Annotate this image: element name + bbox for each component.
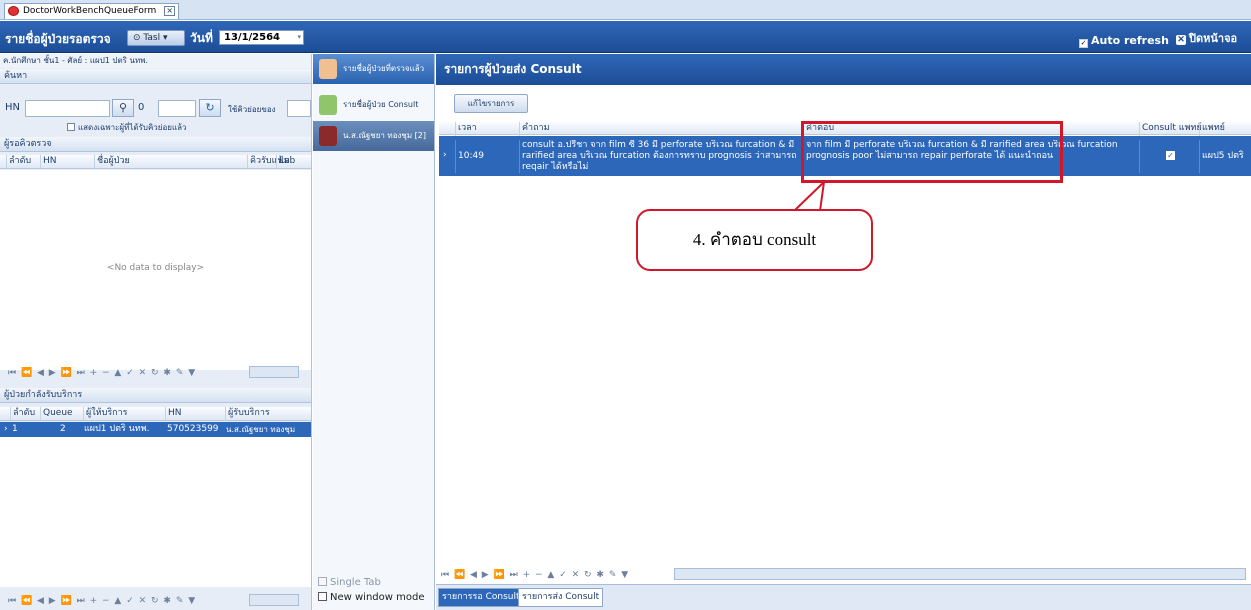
cell-queue: 2 [60, 424, 66, 434]
use-queue-label: ใช้คิวย่อยของ [228, 105, 276, 114]
cell-provider: แผป1 ปตริ นทพ. [84, 424, 150, 434]
auto-refresh-label: Auto refresh [1091, 34, 1169, 47]
waiting-grid-header: ลำดับ HN ชื่อผู้ป่วย คิวรับแฟ้ม Lab [0, 155, 311, 169]
add-user-icon [319, 95, 337, 115]
search-icon: ⚲ [118, 101, 128, 114]
horizontal-scrollbar[interactable] [249, 366, 299, 378]
show-only-label: แสดงเฉพาะผู้ที่ได้รับคิวย่อยแล้ว [78, 123, 187, 132]
queue-value: 0 [138, 102, 145, 113]
task-label: Tasl [143, 33, 161, 43]
row-marker-icon: › [4, 424, 8, 434]
cell-order: 1 [12, 424, 18, 434]
page-title: รายชื่อผู้ป่วยรอตรวจ [5, 32, 111, 46]
waiting-grid-navigator[interactable]: ⏮ ⏪ ◀ ▶ ⏩ ⏭ + − ▲ ✓ ✕ ↻ ✱ ✎ ▼ [8, 368, 196, 378]
waiting-section-title: ผู้รอคิวตรวจ [0, 137, 311, 152]
edit-button[interactable]: แก้ไขรายการ [454, 94, 528, 113]
new-window-option[interactable]: New window mode [318, 592, 424, 603]
auto-refresh-toggle[interactable]: ✓ Auto refresh [1079, 34, 1169, 48]
show-only-option[interactable]: แสดงเฉพาะผู้ที่ได้รับคิวย่อยแล้ว [67, 121, 187, 134]
cell-hn: 570523599 [167, 424, 219, 434]
nav-label: รายชื่อผู้ป่วย Consult [343, 100, 419, 109]
cell-doctor: แผป5 ปตริ นทพ. [1199, 140, 1251, 173]
tab-sent-consult[interactable]: รายการส่ง Consult [518, 588, 604, 607]
serving-grid-body: › 1 2 แผป1 ปตริ นทพ. 570523599 น.ส.ณัฐชย… [0, 422, 311, 587]
serving-section-title: ผู้ป่วยกำลังรับบริการ [0, 388, 311, 403]
table-row[interactable]: › 1 2 แผป1 ปตริ นทพ. 570523599 น.ส.ณัฐชย… [0, 422, 311, 437]
col-hn[interactable]: HN [40, 155, 57, 169]
col-order[interactable]: ลำดับ [10, 407, 35, 421]
consult-bottom-tabs: รายการรอ Consult รายการส่ง Consult [436, 584, 1251, 610]
close-icon: ✕ [1176, 35, 1186, 45]
doc-tab[interactable]: DoctorWorkBenchQueueForm × [4, 3, 180, 19]
date-value: 13/1/2564 [224, 32, 281, 43]
chevron-down-icon[interactable]: ▾ [297, 31, 301, 44]
patient-nav-panel: รายชื่อผู้ป่วยที่ตรวจแล้ว รายชื่อผู้ป่วย… [313, 54, 435, 610]
refresh-icon: ↻ [205, 101, 215, 114]
checkbox-checked-icon[interactable]: ✓ [1166, 151, 1175, 160]
single-tab-label: Single Tab [330, 577, 381, 588]
answer-highlight-box [801, 121, 1063, 183]
col-queue[interactable]: Queue [40, 407, 73, 421]
nav-label: น.ส.ณัฐชยา ทองชุม [2] [343, 131, 426, 140]
new-window-label: New window mode [330, 592, 425, 603]
search-section-title: ค้นหา [0, 69, 311, 84]
col-lab[interactable]: Lab [276, 155, 295, 169]
checkbox-icon[interactable] [318, 592, 327, 601]
doc-tab-title: DoctorWorkBenchQueueForm [23, 6, 157, 16]
patient-icon [319, 126, 337, 146]
header-bar: รายชื่อผู้ป่วยรอตรวจ ⊙ Tasl ▾ วันที่ 13/… [0, 21, 1251, 53]
document-tab-bar: DoctorWorkBenchQueueForm × [0, 0, 1251, 20]
col-time[interactable]: เวลา [455, 122, 477, 136]
doctor-info: ค.นักศึกษา ชั้น1 - ศัลย์ : แผป1 ปตริ นทพ… [0, 54, 311, 68]
row-marker-icon: › [443, 150, 447, 160]
close-screen-button[interactable]: ✕ ปิดหน้าจอ [1176, 31, 1248, 48]
checkbox-checked-icon[interactable]: ✓ [1079, 39, 1088, 48]
nav-current-patient[interactable]: น.ส.ณัฐชยา ทองชุม [2] [313, 121, 434, 151]
cell-time: 10:49 [455, 140, 519, 173]
tab-waiting-consult[interactable]: รายการรอ Consult [438, 588, 524, 607]
col-consult-doctor[interactable]: Consult แพทย์ [1139, 122, 1202, 136]
date-picker[interactable]: 13/1/2564 ▾ [219, 30, 304, 45]
cell-question: consult อ.ปรีชา จาก film ซี่ 36 มี perfo… [519, 140, 803, 173]
search-button[interactable]: ⚲ [112, 99, 134, 117]
checkbox-icon[interactable] [318, 577, 327, 586]
col-order[interactable]: ลำดับ [6, 155, 31, 169]
queue-input[interactable] [158, 100, 196, 117]
serving-grid-navigator[interactable]: ⏮ ⏪ ◀ ▶ ⏩ ⏭ + − ▲ ✓ ✕ ↻ ✱ ✎ ▼ [8, 596, 196, 606]
refresh-button[interactable]: ↻ [199, 99, 221, 117]
doctor-icon [319, 59, 337, 79]
checkbox-icon[interactable] [67, 123, 75, 131]
col-patient[interactable]: ผู้รับบริการ [225, 407, 270, 421]
horizontal-scrollbar[interactable] [249, 594, 299, 606]
sub-queue-input[interactable] [287, 100, 311, 117]
consult-grid-navigator[interactable]: ⏮ ⏪ ◀ ▶ ⏩ ⏭ + − ▲ ✓ ✕ ↻ ✱ ✎ ▼ [441, 570, 629, 580]
consult-panel-title: รายการผู้ป่วยส่ง Consult [436, 54, 1251, 85]
horizontal-scrollbar[interactable] [674, 568, 1246, 580]
no-data-text: <No data to display> [106, 263, 205, 273]
waiting-grid-body: <No data to display> [0, 170, 311, 370]
col-patient-name[interactable]: ชื่อผู้ป่วย [94, 155, 130, 169]
hn-input[interactable] [25, 100, 110, 117]
hn-label: HN [5, 102, 20, 113]
callout-pointer [791, 180, 826, 212]
callout-label: 4. คำตอบ consult [636, 209, 873, 271]
nav-examined-patients[interactable]: รายชื่อผู้ป่วยที่ตรวจแล้ว [313, 54, 434, 84]
app-logo-icon [8, 6, 19, 16]
nav-label: รายชื่อผู้ป่วยที่ตรวจแล้ว [343, 64, 425, 73]
col-doctor[interactable]: แพทย์ [1199, 122, 1225, 136]
cell-patient: น.ส.ณัฐชยา ทองชุม [226, 425, 296, 434]
task-dropdown-button[interactable]: ⊙ Tasl ▾ [127, 30, 185, 46]
close-screen-label: ปิดหน้าจอ [1189, 32, 1238, 45]
col-hn[interactable]: HN [165, 407, 182, 421]
queue-panel: ค.นักศึกษา ชั้น1 - ศัลย์ : แผป1 ปตริ นทพ… [0, 54, 312, 610]
close-icon[interactable]: × [164, 6, 176, 16]
serving-grid-header: ลำดับ Queue ผู้ให้บริการ HN ผู้รับบริการ [0, 407, 311, 421]
col-question[interactable]: คำถาม [519, 122, 550, 136]
single-tab-option[interactable]: Single Tab [318, 577, 381, 588]
nav-consult-patients[interactable]: รายชื่อผู้ป่วย Consult [313, 90, 434, 120]
cell-consult-checkbox[interactable]: ✓ [1139, 140, 1199, 173]
col-provider[interactable]: ผู้ให้บริการ [83, 407, 127, 421]
date-label: วันที่ [190, 31, 213, 45]
